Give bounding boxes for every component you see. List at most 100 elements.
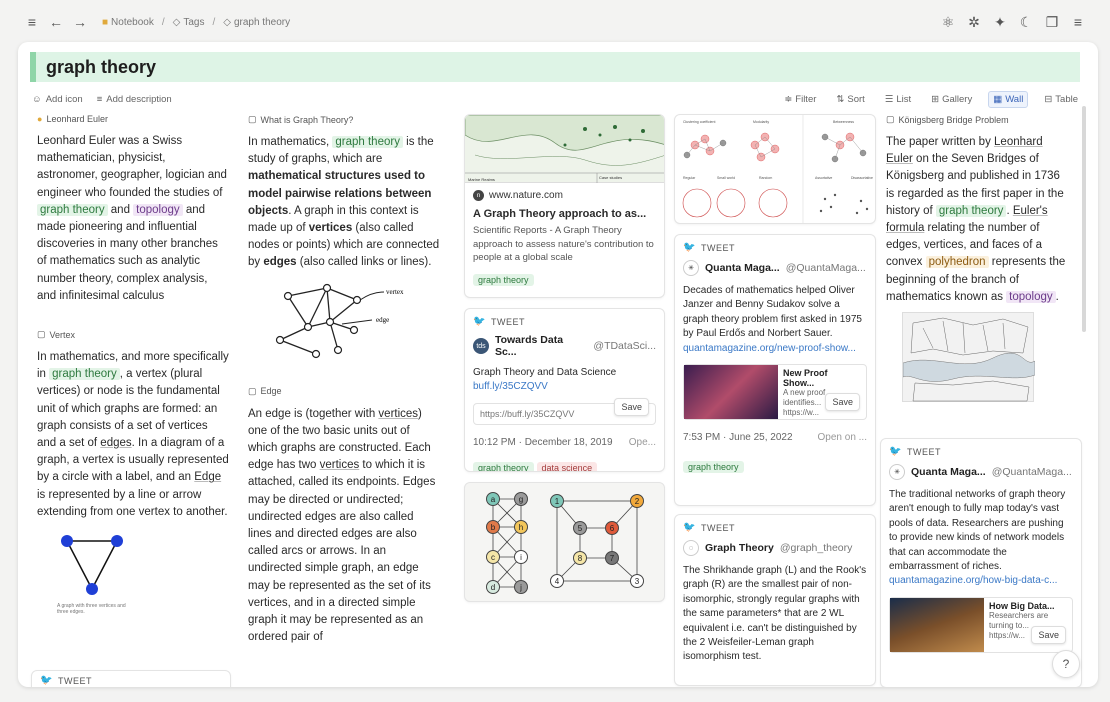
tag-link[interactable]: graph theory [935,204,1007,217]
vertex-edge-graph: vertex edge [275,283,404,358]
table-icon: ⊟ [1044,93,1053,105]
tweet-card-quanta-2[interactable]: 🐦 TWEET ✳ Quanta Maga... @QuantaMaga... The… [880,438,1082,687]
pin-icon[interactable]: ✦ [988,10,1012,34]
scrollbar[interactable] [1082,106,1086,332]
note-vertex[interactable]: ▢ Vertex In mathematics, and more specifi… [37,329,229,621]
tag-link[interactable]: topology [133,203,183,216]
svg-text:Assortative: Assortative [815,176,832,180]
view-wall-button[interactable]: ▦ Wall [988,90,1029,108]
view-gallery-button[interactable]: ⊞ Gallery [927,92,976,107]
note-link[interactable]: Edge [194,471,221,483]
medal-icon: ● [37,114,43,124]
menu-icon[interactable]: ≡ [20,10,44,34]
svg-text:Clustering coefficient: Clustering coefficient [683,120,715,124]
tag-pill[interactable]: graph theory [683,461,744,474]
breadcrumb-current[interactable]: ◇ graph theory [223,17,290,28]
view-table-button[interactable]: ⊟ Table [1040,92,1082,107]
breadcrumb-tags[interactable]: ◇ Tags [173,17,205,28]
note-what-is-graph-theory[interactable]: ▢ What is Graph Theory? In mathematics, g… [248,114,440,272]
graph-node: b [486,520,500,534]
tag-link[interactable]: graph theory [332,136,403,148]
back-arrow-icon[interactable]: ← [44,10,68,34]
document-icon: ▢ [37,329,46,340]
link-preview[interactable]: https://buff.ly/35CZQVV Save [473,397,656,425]
svg-text:Modularity: Modularity [753,120,769,124]
breadcrumb-separator: / [212,16,216,28]
view-list-button[interactable]: ☰ List [881,92,915,107]
document-icon: ▢ [886,114,895,124]
graph-node: 6 [605,521,619,535]
tweet-card-partial[interactable]: 🐦 TWEET [31,670,231,687]
filter-button[interactable]: ≑ Filter [780,92,820,107]
column-1: ● Leonhard Euler Leonhard Euler was a Swi… [31,114,231,687]
forward-arrow-icon[interactable]: → [68,10,92,34]
graph-node: 5 [573,521,587,535]
card-tags: graph theory [683,457,867,475]
document-icon: ▢ [248,385,257,396]
twitter-bird-icon: 🐦 [683,522,696,533]
page-title[interactable]: graph theory [46,57,156,78]
link-preview[interactable]: How Big Data... Researchers are turning … [889,596,1073,653]
map-label-left: Marine Realms [468,177,495,182]
tag-link[interactable]: graph theory [49,368,120,381]
note-header: ▢ Edge [248,385,282,397]
site-row: n www.nature.com [473,190,656,201]
extensions-icon[interactable]: ✲ [962,10,986,34]
note-link[interactable]: vertices [320,459,360,471]
windows-icon[interactable]: ❐ [1040,10,1064,34]
add-description-button[interactable]: ≡ Add description [97,94,172,105]
map-thumbnail: Marine Realms Case studies [465,115,664,183]
page-toolbar: ☺ Add icon ≡ Add description ≑ Filter ⇅ Sort… [32,90,1082,108]
tag-link[interactable]: polyhedron [925,256,989,269]
help-button[interactable]: ? [1052,650,1080,678]
tag-link[interactable]: topology [1006,290,1056,303]
note-konigsberg[interactable]: ▢ Königsberg Bridge Problem The paper wri… [886,114,1066,306]
web-clip-card-nature[interactable]: Marine Realms Case studies n www.nature.c… [464,114,665,298]
save-button[interactable]: Save [1031,625,1066,644]
tweet-link[interactable]: quantamagazine.org/new-proof-show... [683,343,856,354]
tweet-card-graph-theory[interactable]: 🐦 TWEET ◌ Graph Theory @graph_theory The Sh… [674,514,876,686]
note-body: In mathematics, graph theory is the stud… [248,136,440,269]
card-tags: graph theory data science [473,458,656,471]
note-body: The paper written by Leonhard Euler on t… [886,136,1066,303]
dark-mode-icon[interactable]: ☾ [1014,10,1038,34]
link-preview[interactable]: New Proof Show... A new proof identifies… [683,364,867,421]
top-bar: ≡ ← → ■ Notebook / ◇ Tags / ◇ graph theory … [12,0,1098,44]
tag-pill[interactable]: graph theory [473,273,534,286]
note-edge[interactable]: ▢ Edge An edge is (together with vertices… [248,386,440,647]
image-card-graphs[interactable]: agbh ci dj 1 2 5 6 8 7 4 3 [464,482,665,602]
note-link[interactable]: vertices [378,408,418,420]
breadcrumb: ■ Notebook / ◇ Tags / ◇ graph theory [102,17,290,28]
triangle-graph-image: A graph with three vertices and three ed… [37,531,229,621]
breadcrumb-notebook[interactable]: ■ Notebook [102,17,154,28]
save-button[interactable]: Save [614,397,649,416]
note-body: In mathematics, and more specifically in… [37,351,229,518]
graph-node: 2 [630,494,644,508]
wall-icon: ▦ [993,93,1003,105]
tweet-meta: 7:53 PM · June 25, 2022 Open on ... [683,432,867,444]
graph-node: 1 [550,494,564,508]
map-image: Marine Realms Case studies [465,115,664,183]
sort-button[interactable]: ⇅ Sort [832,92,868,107]
note-leonhard-euler[interactable]: ● Leonhard Euler Leonhard Euler was a Swi… [37,114,229,305]
tag-icon: ◇ [172,16,181,28]
more-menu-icon[interactable]: ≡ [1066,10,1090,34]
graph-node: h [514,520,528,534]
open-link[interactable]: Ope... [629,437,656,448]
add-icon-button[interactable]: ☺ Add icon [32,94,83,105]
ai-icon[interactable]: ⚛ [936,10,960,34]
tweet-card-towards-data-science[interactable]: 🐦 TWEET tds Towards Data Sc... @TDataSci...… [464,308,665,472]
gallery-icon: ⊞ [931,93,940,105]
note-header: ● Leonhard Euler [37,114,108,124]
save-button[interactable]: Save [825,393,860,412]
tweet-link[interactable]: quantamagazine.org/how-big-data-c... [889,575,1057,586]
tag-pill[interactable]: data science [536,461,598,471]
note-link[interactable]: edges [100,437,131,449]
image-card-network-types[interactable]: Clustering coefficient Modularity Betweenn… [674,114,876,224]
tag-pill[interactable]: graph theory [473,461,534,471]
tag-link[interactable]: graph theory [37,203,108,216]
svg-text:Small world: Small world [717,176,735,180]
tweet-link[interactable]: buff.ly/35CZQVV [473,381,548,392]
open-link[interactable]: Open on ... [818,432,867,443]
tweet-card-quanta-1[interactable]: 🐦 TWEET ✳ Quanta Maga... @QuantaMaga... Dec… [674,234,876,506]
